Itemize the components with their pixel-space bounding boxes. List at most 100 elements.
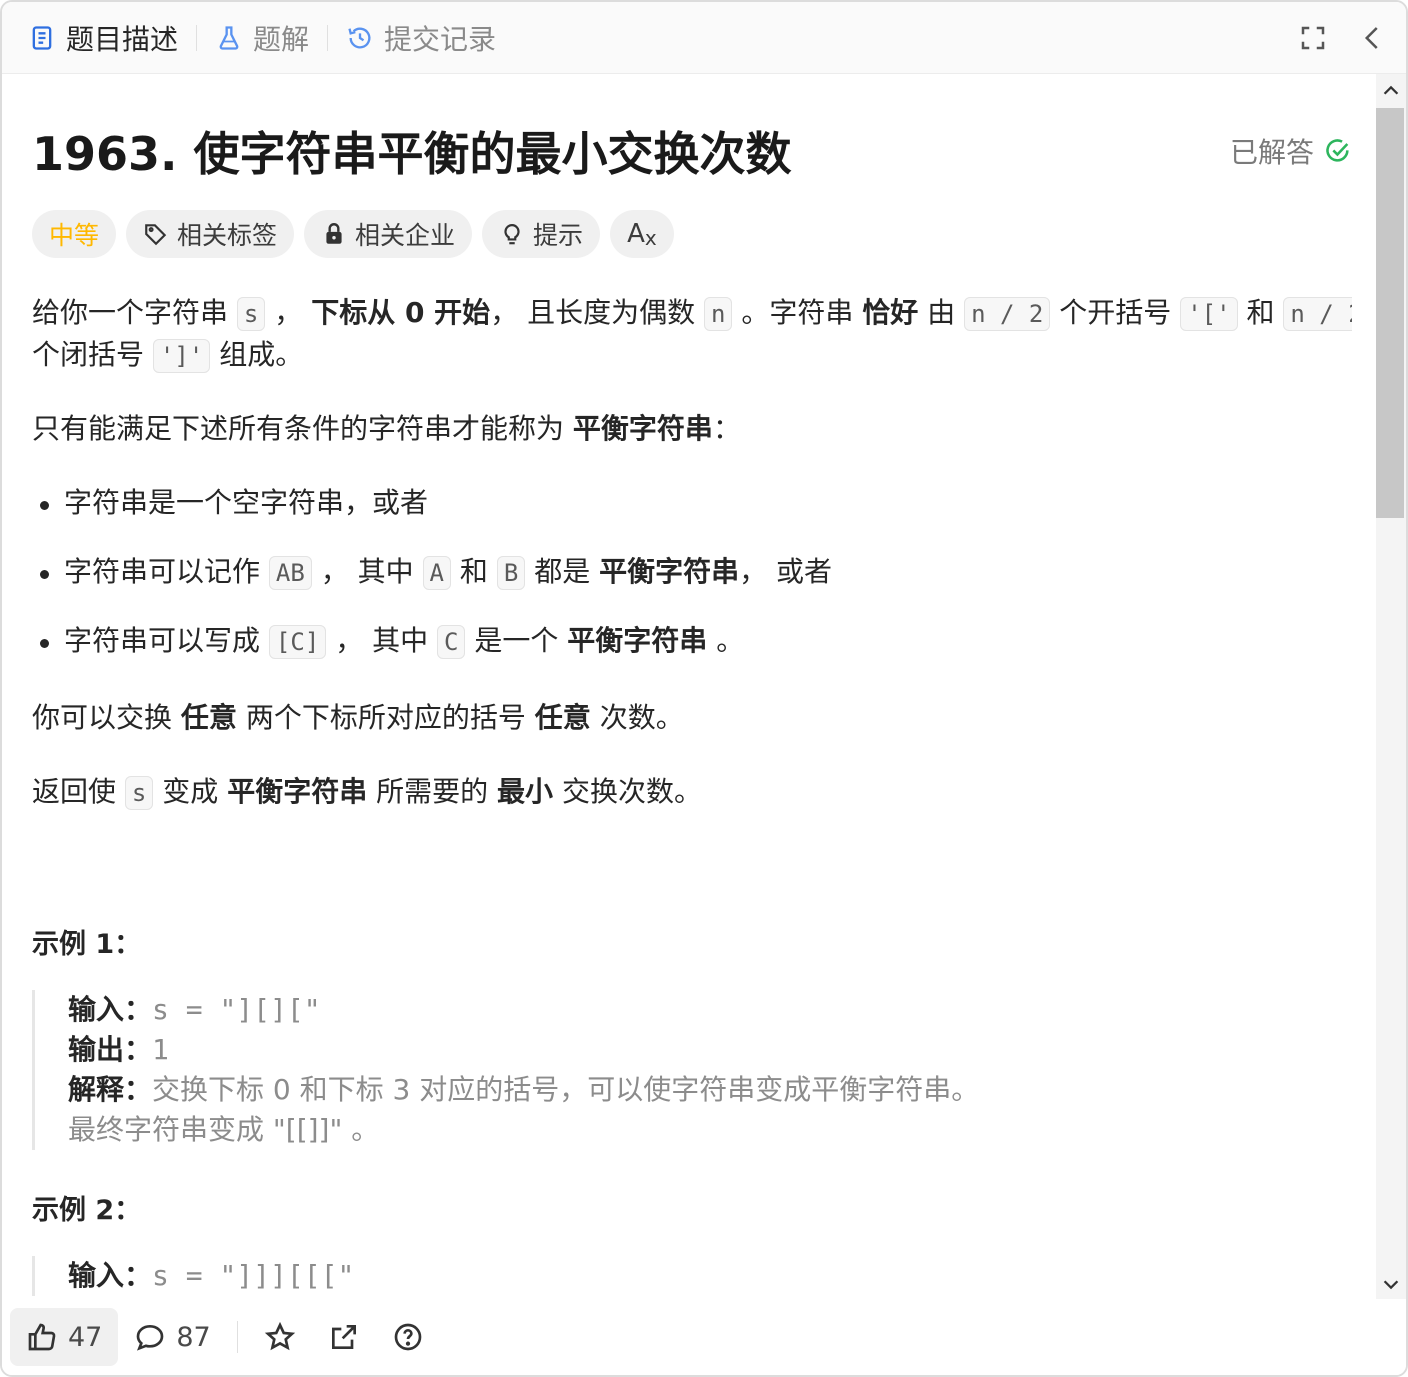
- bold-text: 平衡字符串: [227, 775, 368, 808]
- text: 和: [1246, 296, 1275, 329]
- help-button[interactable]: [376, 1308, 440, 1366]
- text: 由: [927, 296, 956, 329]
- explain-label: 解释：: [68, 1073, 153, 1106]
- text: ， 其中: [335, 624, 429, 657]
- text: 返回使: [32, 775, 117, 808]
- output-value: 1: [152, 1033, 169, 1066]
- bold-text: 平衡字符串: [572, 412, 713, 445]
- tab-submissions-label: 提交记录: [384, 22, 497, 56]
- text: 个闭括号: [32, 338, 145, 371]
- hint-label: 提示: [533, 221, 584, 250]
- fullscreen-icon[interactable]: [1298, 23, 1328, 53]
- toolbar-divider: [236, 1321, 238, 1353]
- bold-text: 任意: [534, 701, 591, 734]
- text: 个开括号: [1059, 296, 1172, 329]
- bold-text: 任意: [180, 701, 237, 734]
- text: ， 或者: [739, 555, 833, 588]
- inline-code: n / 2: [964, 297, 1051, 331]
- panel-tools: [1298, 2, 1388, 74]
- scroll-up-arrow-icon[interactable]: [1380, 80, 1402, 102]
- solved-status: 已解答: [1230, 131, 1352, 171]
- inline-code: B: [496, 556, 526, 590]
- history-icon: [348, 27, 371, 49]
- inline-code: n / 2: [1283, 297, 1352, 331]
- bold-text: 平衡字符串: [567, 624, 708, 657]
- translate-label: A: [627, 219, 645, 249]
- description-paragraph-1: 给你一个字符串 s ， 下标从 0 开始， 且长度为偶数 n 。字符串 恰好 由…: [32, 292, 1352, 335]
- related-tags-label: 相关标签: [177, 221, 278, 250]
- thumbs-up-icon: [28, 1323, 56, 1351]
- text: 交换次数。: [561, 775, 702, 808]
- related-companies-button[interactable]: 相关企业: [304, 210, 473, 258]
- comments-button[interactable]: 87: [118, 1308, 226, 1366]
- chevron-left-icon[interactable]: [1358, 23, 1388, 53]
- title-row: 1963. 使字符串平衡的最小交换次数 已解答: [32, 118, 1352, 184]
- inline-code: n: [704, 297, 733, 331]
- list-bullet: [40, 501, 49, 510]
- bold-text: 恰好: [862, 296, 919, 329]
- text: 。字符串: [741, 296, 854, 329]
- text: 给你一个字符串: [32, 296, 229, 329]
- scrollbar-thumb[interactable]: [1376, 108, 1404, 518]
- related-tags-button[interactable]: 相关标签: [126, 210, 295, 258]
- lightbulb-icon: [504, 224, 520, 245]
- output-label: 输出：: [68, 1033, 153, 1066]
- text: 字符串是一个空字符串，或者: [64, 486, 429, 519]
- example-input-line: 输入：s = "]]][[[": [68, 1256, 1332, 1296]
- text: ，: [274, 296, 303, 329]
- text: 两个下标所对应的括号: [245, 701, 526, 734]
- inline-code: A: [422, 556, 451, 590]
- related-companies-label: 相关企业: [355, 221, 456, 250]
- scroll-down-arrow-icon[interactable]: [1380, 1273, 1402, 1295]
- translate-button[interactable]: Ax: [610, 210, 674, 258]
- flask-icon: [219, 25, 239, 50]
- list-bullet: [40, 570, 49, 579]
- text: 。: [716, 624, 745, 657]
- document-icon: [32, 25, 52, 50]
- translate-sub-label: x: [644, 226, 657, 250]
- input-value: s = "]]][[[": [152, 1259, 355, 1292]
- list-item: 字符串是一个空字符串，或者: [64, 482, 428, 524]
- tag-icon: [145, 224, 167, 246]
- example-1-title: 示例 1：: [32, 929, 142, 960]
- problem-content: 1963. 使字符串平衡的最小交换次数 已解答 中等 相关标签 相关企业 提示: [32, 74, 1352, 1309]
- share-icon: [331, 1325, 356, 1349]
- text: 是一个: [474, 624, 559, 657]
- favorite-button[interactable]: [248, 1308, 312, 1366]
- text: 次数。: [599, 701, 684, 734]
- example-explain-line: 解释：交换下标 0 和下标 3 对应的括号，可以使字符串变成平衡字符串。: [68, 1070, 1332, 1110]
- share-button[interactable]: [312, 1308, 376, 1366]
- tab-description[interactable]: 题目描述: [28, 2, 178, 74]
- like-count: 47: [68, 1321, 103, 1353]
- text: 字符串可以写成: [64, 624, 261, 657]
- explain-text: 最终字符串变成 "[[]]" 。: [68, 1113, 380, 1146]
- inline-code: s: [236, 297, 266, 331]
- hint-button[interactable]: 提示: [482, 210, 601, 258]
- star-icon: [264, 1321, 295, 1351]
- like-button[interactable]: 47: [10, 1308, 119, 1366]
- list-bullet: [40, 639, 49, 648]
- example-2-title: 示例 2：: [32, 1195, 142, 1226]
- inline-code: AB: [268, 556, 312, 590]
- list-item: 字符串可以记作 AB ， 其中 A 和 B 都是 平衡字符串， 或者: [64, 551, 832, 594]
- comment-icon: [137, 1324, 164, 1351]
- scrollbar[interactable]: [1376, 74, 1406, 1299]
- tab-solutions[interactable]: 题解: [215, 2, 309, 74]
- text: ， 且长度为偶数: [490, 296, 696, 329]
- text: 组成。: [219, 338, 304, 371]
- comment-count: 87: [176, 1321, 211, 1353]
- text: 只有能满足下述所有条件的字符串才能称为: [32, 412, 565, 445]
- description-paragraph-1-line-2: 个闭括号 ']' 组成。: [32, 334, 303, 377]
- input-label: 输入：: [68, 993, 153, 1026]
- problem-title[interactable]: 1963. 使字符串平衡的最小交换次数: [32, 118, 792, 184]
- example-input-line: 输入：s = "][][": [68, 990, 1332, 1030]
- tab-solutions-label: 题解: [253, 22, 310, 56]
- bold-text: 下标从 0 开始: [311, 296, 491, 329]
- tab-submissions[interactable]: 提交记录: [346, 2, 496, 74]
- difficulty-label: 中等: [49, 221, 100, 250]
- example-2-block: 输入：s = "]]][[[": [32, 1256, 1332, 1296]
- question-circle-icon: [394, 1323, 422, 1351]
- description-paragraph-4: 返回使 s 变成 平衡字符串 所需要的 最小 交换次数。: [32, 771, 702, 814]
- solved-label: 已解答: [1229, 136, 1314, 169]
- description-paragraph-3: 你可以交换 任意 两个下标所对应的括号 任意 次数。: [32, 697, 684, 739]
